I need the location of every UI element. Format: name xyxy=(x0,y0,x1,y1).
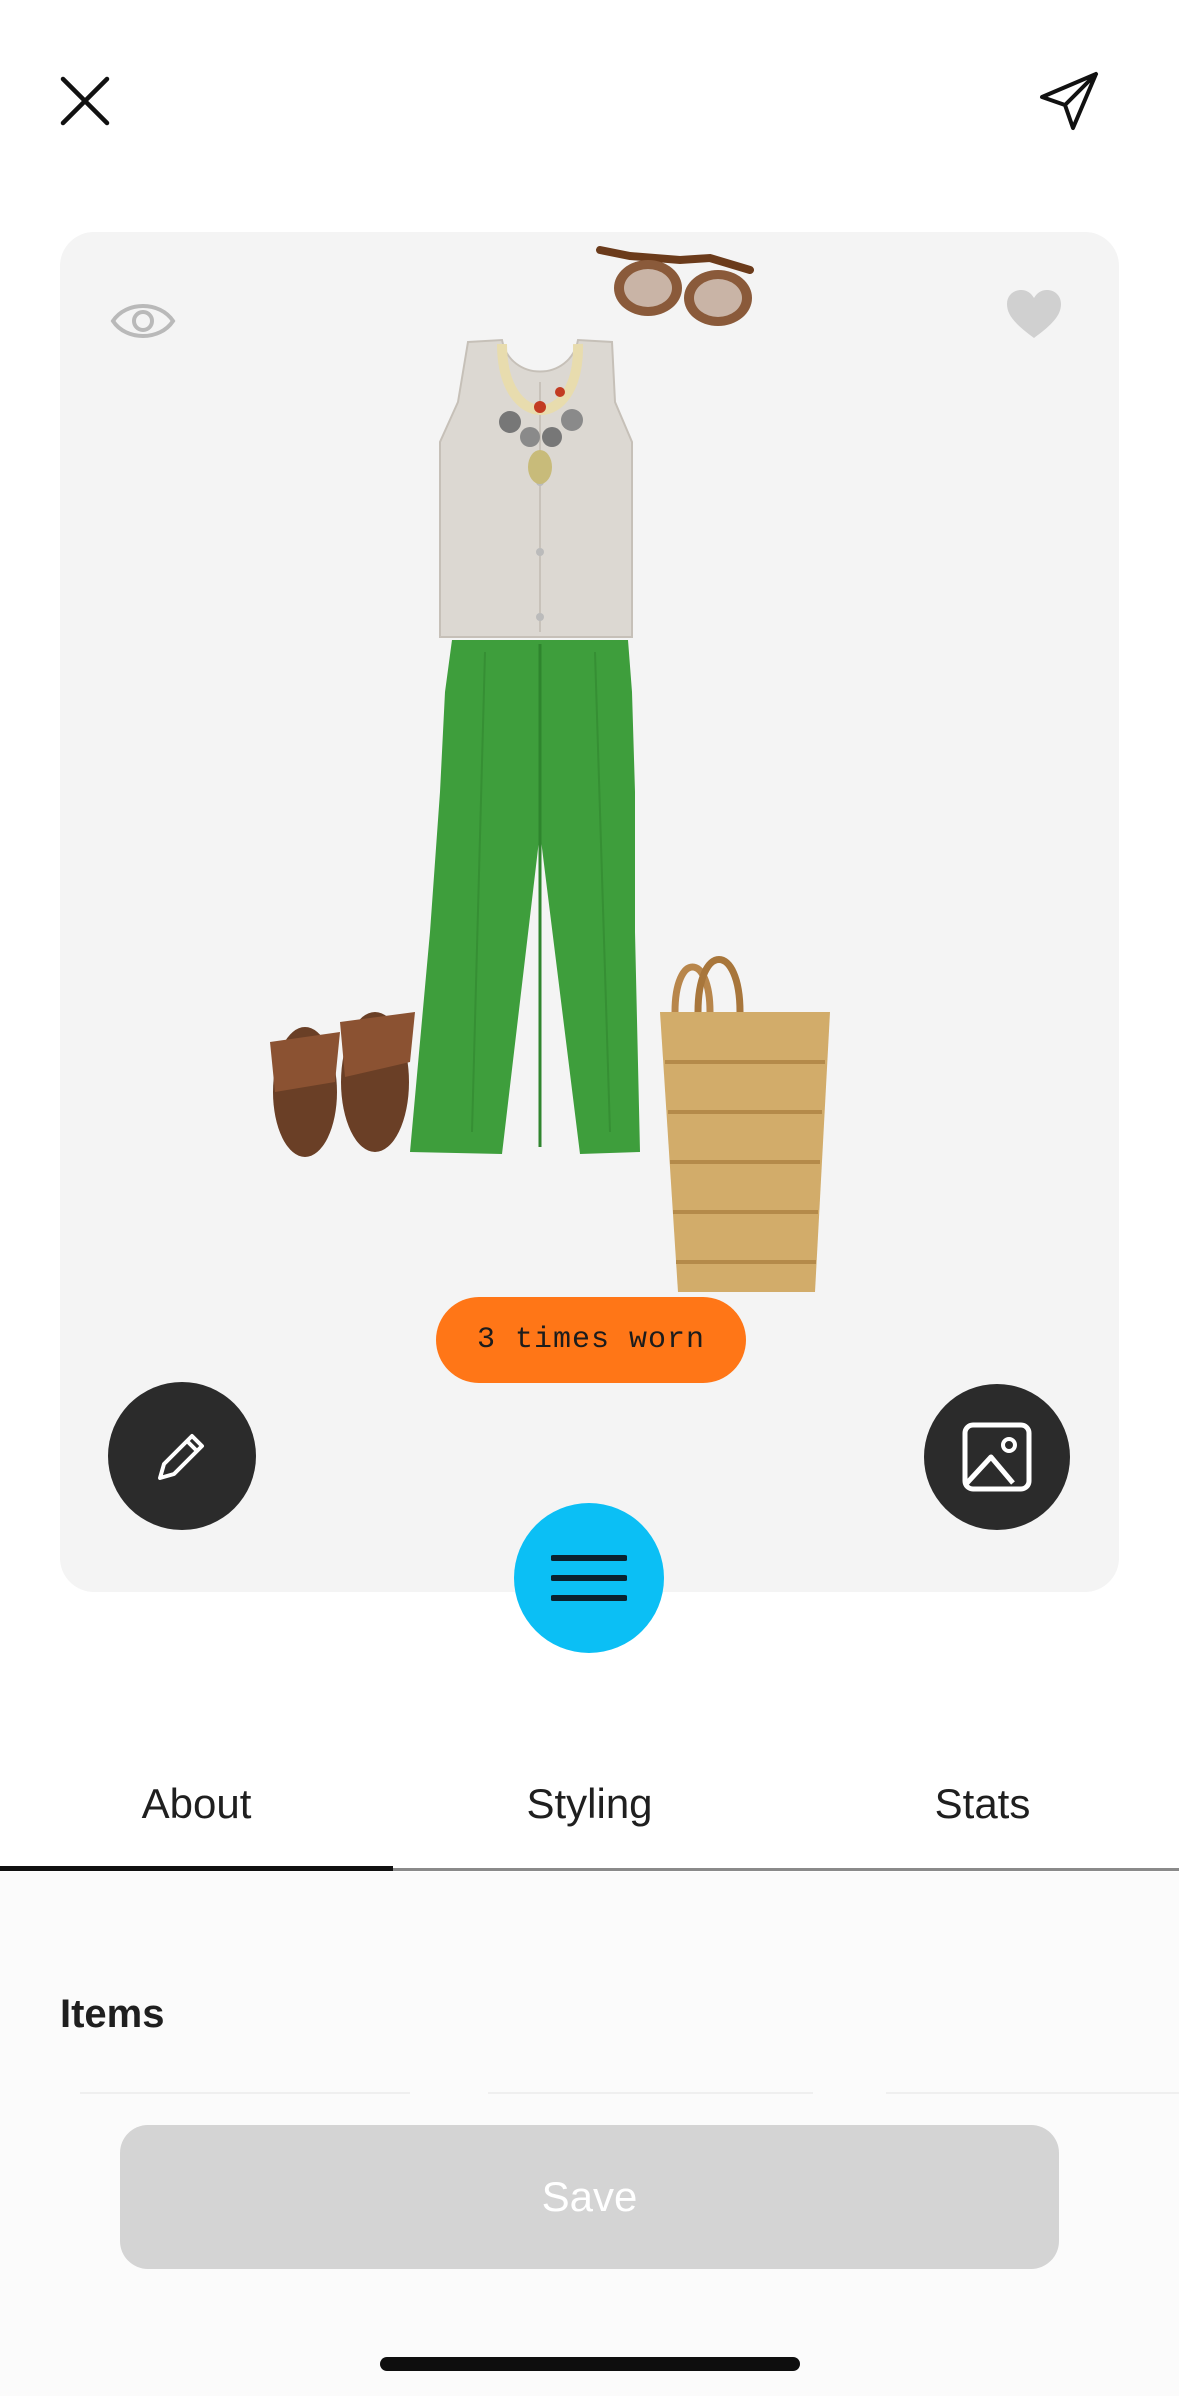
times-worn-label: 3 times worn xyxy=(476,1323,706,1357)
close-icon xyxy=(60,76,110,126)
outfit-image xyxy=(270,246,830,1292)
tab-active-indicator xyxy=(0,1866,393,1871)
favorite-button[interactable] xyxy=(1005,288,1065,348)
send-icon xyxy=(1040,72,1098,130)
tank-top-item xyxy=(439,338,633,638)
image-icon xyxy=(962,1422,1032,1492)
tab-styling[interactable]: Styling xyxy=(393,1740,786,1868)
pencil-icon xyxy=(158,1434,204,1480)
save-button-label: Save xyxy=(541,2173,638,2220)
tab-about[interactable]: About xyxy=(0,1740,393,1868)
tab-styling-label: Styling xyxy=(526,1780,653,1827)
heart-icon xyxy=(1007,290,1061,338)
tab-stats[interactable]: Stats xyxy=(786,1740,1179,1868)
sandals-item xyxy=(270,1012,415,1157)
tab-stats-label: Stats xyxy=(934,1780,1031,1827)
menu-button[interactable] xyxy=(514,1503,664,1653)
straw-bag-item xyxy=(660,956,830,1292)
items-title: Items xyxy=(60,1992,165,2036)
tab-bar: About Styling Stats xyxy=(0,1740,1179,1872)
visibility-toggle[interactable] xyxy=(110,296,180,350)
edit-button[interactable] xyxy=(108,1382,256,1530)
save-button[interactable]: Save xyxy=(120,2125,1059,2269)
menu-icon xyxy=(551,1555,627,1601)
trousers-item xyxy=(410,640,640,1154)
share-button[interactable] xyxy=(1014,46,1124,156)
home-indicator xyxy=(380,2357,800,2371)
item-card-edge xyxy=(488,2092,813,2094)
tab-about-label: About xyxy=(141,1780,252,1827)
item-card-edge xyxy=(80,2092,410,2094)
item-card-edge xyxy=(886,2092,1179,2094)
sunglasses-item xyxy=(596,246,754,326)
photo-button[interactable] xyxy=(924,1384,1070,1530)
close-button[interactable] xyxy=(30,46,140,156)
eye-icon xyxy=(110,304,176,338)
times-worn-badge: 3 times worn xyxy=(436,1297,746,1383)
